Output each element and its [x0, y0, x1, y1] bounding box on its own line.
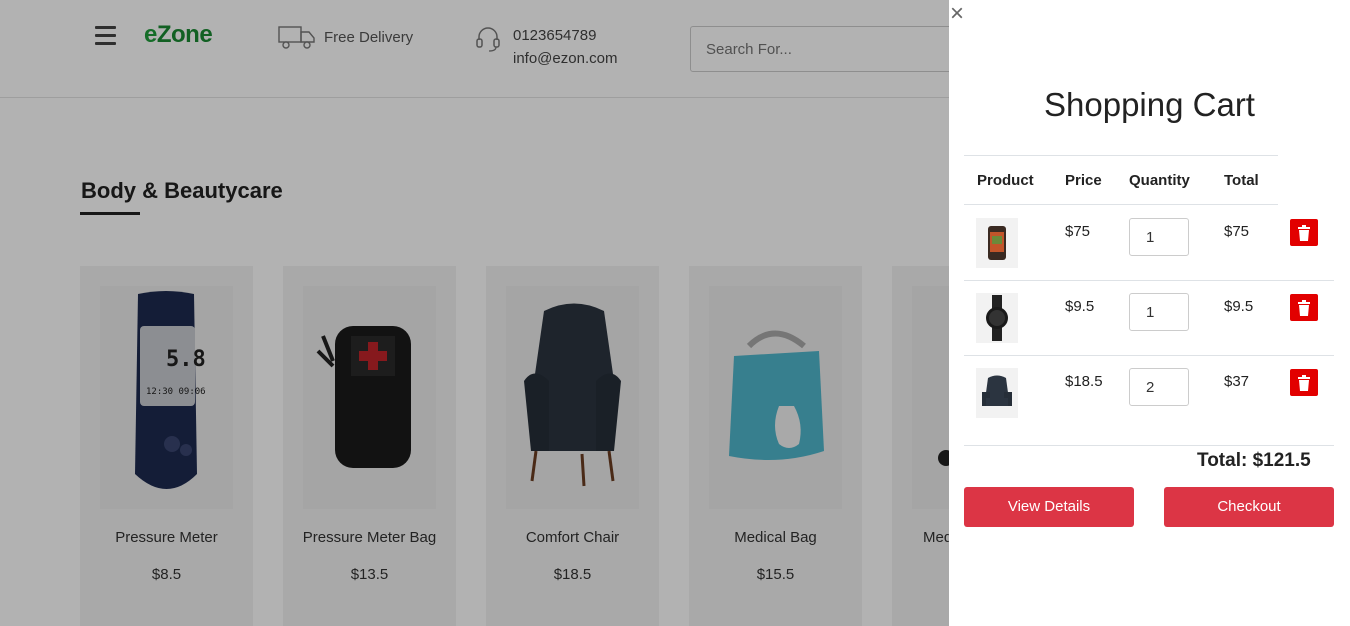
grand-total: Total: $121.5	[1197, 450, 1311, 471]
quantity-input[interactable]	[1129, 218, 1189, 256]
item-total: $75	[1224, 223, 1250, 240]
close-icon[interactable]: ×	[950, 2, 964, 26]
delete-button[interactable]	[1290, 219, 1318, 246]
trash-icon	[1298, 224, 1310, 241]
cart-title: Shopping Cart	[1044, 86, 1255, 123]
trash-icon	[1298, 374, 1310, 391]
column-header-product: Product	[977, 172, 1034, 189]
view-details-button[interactable]: View Details	[964, 487, 1134, 527]
item-price: $75	[1065, 223, 1091, 240]
item-total: $37	[1224, 373, 1250, 390]
column-header-quantity: Quantity	[1129, 172, 1190, 189]
cart-row: $75 $75	[964, 206, 1334, 281]
quantity-input[interactable]	[1129, 293, 1189, 331]
shopping-cart-panel: × Shopping Cart Product Price Quantity T…	[949, 0, 1350, 626]
chair-thumbnail	[976, 368, 1018, 418]
trash-icon	[1298, 299, 1310, 316]
checkout-button[interactable]: Checkout	[1164, 487, 1334, 527]
item-price: $9.5	[1065, 298, 1095, 315]
item-price: $18.5	[1065, 373, 1103, 390]
total-divider	[964, 445, 1334, 446]
cart-row: $9.5 $9.5	[964, 281, 1334, 356]
item-total: $9.5	[1224, 298, 1254, 315]
quantity-input[interactable]	[1129, 368, 1189, 406]
column-header-total: Total	[1224, 172, 1259, 189]
cart-row: $18.5 $37	[964, 356, 1334, 431]
delete-button[interactable]	[1290, 369, 1318, 396]
bag-thumbnail	[976, 218, 1018, 268]
watch-thumbnail	[976, 293, 1018, 343]
column-header-price: Price	[1065, 172, 1102, 189]
cart-table-header: Product Price Quantity Total	[964, 155, 1278, 205]
delete-button[interactable]	[1290, 294, 1318, 321]
